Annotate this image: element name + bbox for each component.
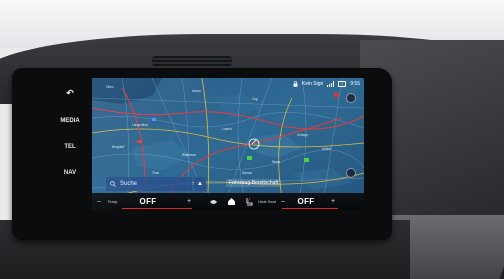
lock-icon — [293, 81, 298, 87]
signal-icon — [327, 81, 335, 87]
svg-text:Stans: Stans — [272, 160, 281, 164]
svg-text:Schwyz: Schwyz — [297, 133, 308, 137]
map-settings-button[interactable] — [346, 168, 356, 178]
media-button[interactable]: MEDIA — [57, 118, 83, 124]
heated-seat-icon[interactable] — [242, 193, 256, 210]
navigation-screen: Olten Aarau Zug Langenthal Luzern Schwyz… — [92, 78, 364, 210]
air-vent — [152, 56, 232, 66]
search-placeholder: Suche — [120, 181, 138, 187]
status-bar: Kein Sign ! 9:55 — [293, 79, 360, 89]
svg-text:Zug: Zug — [252, 97, 258, 101]
signal-status: Kein Sign — [301, 81, 324, 87]
compass-button[interactable] — [346, 93, 356, 103]
clock: 9:55 — [350, 81, 360, 87]
svg-text:Thun: Thun — [152, 171, 159, 175]
destination-label: Fahrzeug-Bereitschaft — [226, 179, 282, 187]
svg-text:Wolhusen: Wolhusen — [182, 153, 196, 157]
svg-text:Aarau: Aarau — [192, 89, 201, 93]
tel-button[interactable]: TEL — [57, 144, 83, 150]
svg-text:Langenthal: Langenthal — [132, 123, 148, 127]
temp-minus-button[interactable]: – — [94, 193, 104, 210]
home-icon[interactable] — [224, 193, 238, 210]
nav-button[interactable]: NAV — [57, 170, 83, 176]
fan-icon[interactable] — [206, 193, 220, 210]
search-bar[interactable]: Suche — [106, 177, 192, 191]
svg-text:Olten: Olten — [106, 85, 114, 89]
temp-label: Temp. — [107, 199, 119, 204]
chevron-up-icon[interactable]: ▲ — [194, 177, 206, 191]
svg-text:Luzern: Luzern — [222, 127, 232, 131]
svg-text:Altdorf: Altdorf — [322, 147, 331, 151]
search-icon — [110, 181, 116, 187]
svg-text:Burgdorf: Burgdorf — [112, 145, 124, 149]
back-button[interactable]: ↶ — [57, 88, 83, 99]
climate-bar: Temp. – OFF + Heat Seat – OFF + — [92, 193, 364, 210]
heat-seat-label: Heat Seat — [258, 199, 276, 204]
connection-icon: ! — [338, 81, 347, 87]
seat-level-indicator — [282, 208, 338, 209]
svg-text:Sarnen: Sarnen — [242, 171, 253, 175]
temp-level-indicator — [122, 208, 192, 209]
car-dashboard-scene: ↶ MEDIA TEL NAV Olten Aarau Zug Langenth… — [0, 0, 504, 279]
